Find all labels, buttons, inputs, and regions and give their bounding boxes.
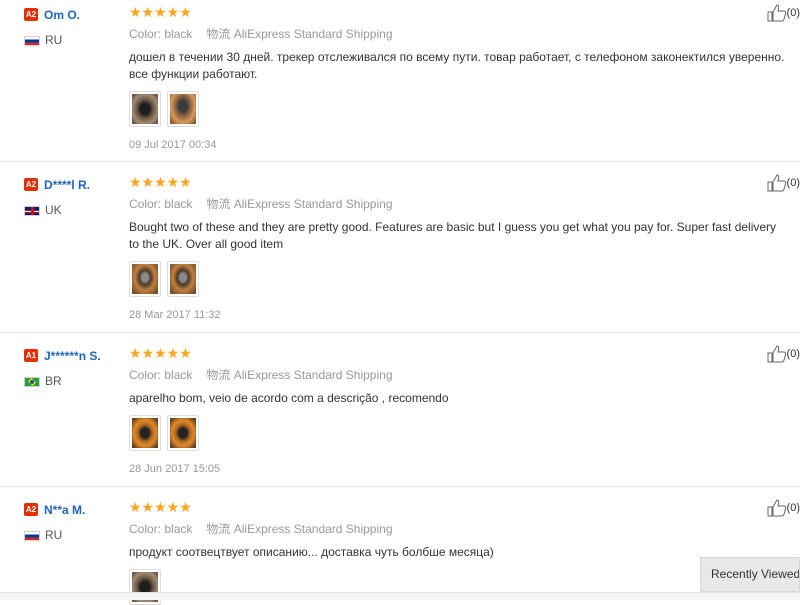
review-photos (129, 415, 789, 451)
reviewer-country: UK (24, 203, 90, 217)
review-photo[interactable] (167, 261, 199, 297)
review-item: A2 Om O. RU ★★★★★ Color: black 物流 AliExpre… (0, 0, 800, 162)
review-content: ★★★★★ Color: black 物流 AliExpress Standard… (129, 499, 789, 605)
country-code: RU (45, 528, 63, 542)
color-label: Color: (129, 197, 162, 211)
star-rating: ★★★★★ (129, 499, 192, 515)
review-photos (129, 261, 789, 297)
review-item: A2 N**a M. RU ★★★★★ Color: black 物流 AliExp… (0, 487, 800, 605)
review-date: 28 Jun 2017 15:05 (129, 463, 221, 475)
reviewer-info: A1 J******n S. BR (24, 347, 101, 388)
review-meta: Color: black 物流 AliExpress Standard Shipp… (129, 25, 789, 42)
reviewer-name[interactable]: Om O. (44, 8, 80, 22)
country-code: UK (45, 203, 62, 217)
recently-viewed-tab[interactable]: Recently Viewed (700, 557, 800, 592)
helpful-count: (0) (786, 501, 800, 514)
thumbs-up-icon (767, 174, 786, 192)
review-photo[interactable] (167, 415, 199, 451)
shipping-value: AliExpress Standard Shipping (233, 522, 393, 536)
helpful-count: (0) (786, 6, 800, 19)
helpful-button[interactable]: (0) (767, 345, 800, 363)
reviewer-level-badge: A2 (24, 8, 38, 22)
color-value: black (164, 368, 193, 382)
review-content: ★★★★★ Color: black 物流 AliExpress Standard… (129, 174, 789, 321)
review-content: ★★★★★ Color: black 物流 AliExpress Standard… (129, 4, 789, 151)
helpful-count: (0) (786, 347, 800, 360)
review-photo[interactable] (129, 261, 161, 297)
flag-uk-icon (24, 205, 40, 216)
star-rating: ★★★★★ (129, 345, 192, 361)
country-code: BR (45, 374, 62, 388)
reviewer-level-badge: A1 (24, 349, 38, 363)
reviewer-level-badge: A2 (24, 178, 38, 192)
reviewer-info: A2 Om O. RU (24, 6, 80, 47)
review-photo[interactable] (167, 91, 199, 127)
shipping-value: AliExpress Standard Shipping (233, 368, 393, 382)
reviewer-country: RU (24, 33, 80, 47)
color-value: black (164, 27, 193, 41)
shipping-value: AliExpress Standard Shipping (233, 27, 393, 41)
reviewer-name[interactable]: D****l R. (44, 178, 90, 192)
helpful-button[interactable]: (0) (767, 174, 800, 192)
review-meta: Color: black 物流 AliExpress Standard Shipp… (129, 520, 789, 537)
country-code: RU (45, 33, 63, 47)
thumbs-up-icon (767, 4, 786, 22)
review-text: дошел в течении 30 дней. трекер отслежив… (129, 50, 785, 81)
reviewer-name[interactable]: J******n S. (44, 349, 101, 363)
reviewer-name[interactable]: N**a M. (44, 503, 85, 517)
helpful-count: (0) (786, 176, 800, 189)
flag-ru-icon (24, 35, 40, 46)
review-item: A1 J******n S. BR ★★★★★ Color: black 物流 Al… (0, 333, 800, 487)
thumbs-up-icon (767, 499, 786, 517)
review-meta: Color: black 物流 AliExpress Standard Shipp… (129, 195, 789, 212)
color-label: Color: (129, 27, 162, 41)
reviewer-country: RU (24, 528, 85, 542)
review-photos (129, 91, 789, 127)
review-meta: Color: black 物流 AliExpress Standard Shipp… (129, 366, 789, 383)
flag-br-icon (24, 376, 40, 387)
review-photo[interactable] (129, 91, 161, 127)
shipping-label: 物流 (206, 197, 231, 211)
thumbs-up-icon (767, 345, 786, 363)
reviewer-info: A2 D****l R. UK (24, 176, 90, 217)
shipping-value: AliExpress Standard Shipping (233, 197, 393, 211)
review-photo[interactable] (129, 415, 161, 451)
review-text: продукт соотвецтвует описанию... доставк… (129, 545, 494, 559)
star-rating: ★★★★★ (129, 4, 192, 20)
review-text: Bought two of these and they are pretty … (129, 220, 777, 251)
reviewer-info: A2 N**a M. RU (24, 501, 85, 542)
color-value: black (164, 522, 193, 536)
review-content: ★★★★★ Color: black 物流 AliExpress Standard… (129, 345, 789, 475)
color-label: Color: (129, 522, 162, 536)
reviewer-level-badge: A2 (24, 503, 38, 517)
bottom-bar (0, 592, 800, 600)
reviewer-country: BR (24, 374, 101, 388)
shipping-label: 物流 (206, 522, 231, 536)
review-date: 28 Mar 2017 11:32 (129, 309, 221, 321)
color-value: black (164, 197, 193, 211)
shipping-label: 物流 (206, 368, 231, 382)
star-rating: ★★★★★ (129, 174, 192, 190)
review-item: A2 D****l R. UK ★★★★★ Color: black 物流 AliE… (0, 162, 800, 333)
helpful-button[interactable]: (0) (767, 499, 800, 517)
color-label: Color: (129, 368, 162, 382)
review-text: aparelho bom, veio de acordo com a descr… (129, 391, 449, 405)
shipping-label: 物流 (206, 27, 231, 41)
helpful-button[interactable]: (0) (767, 4, 800, 22)
flag-ru-icon (24, 530, 40, 541)
review-date: 09 Jul 2017 00:34 (129, 139, 217, 151)
